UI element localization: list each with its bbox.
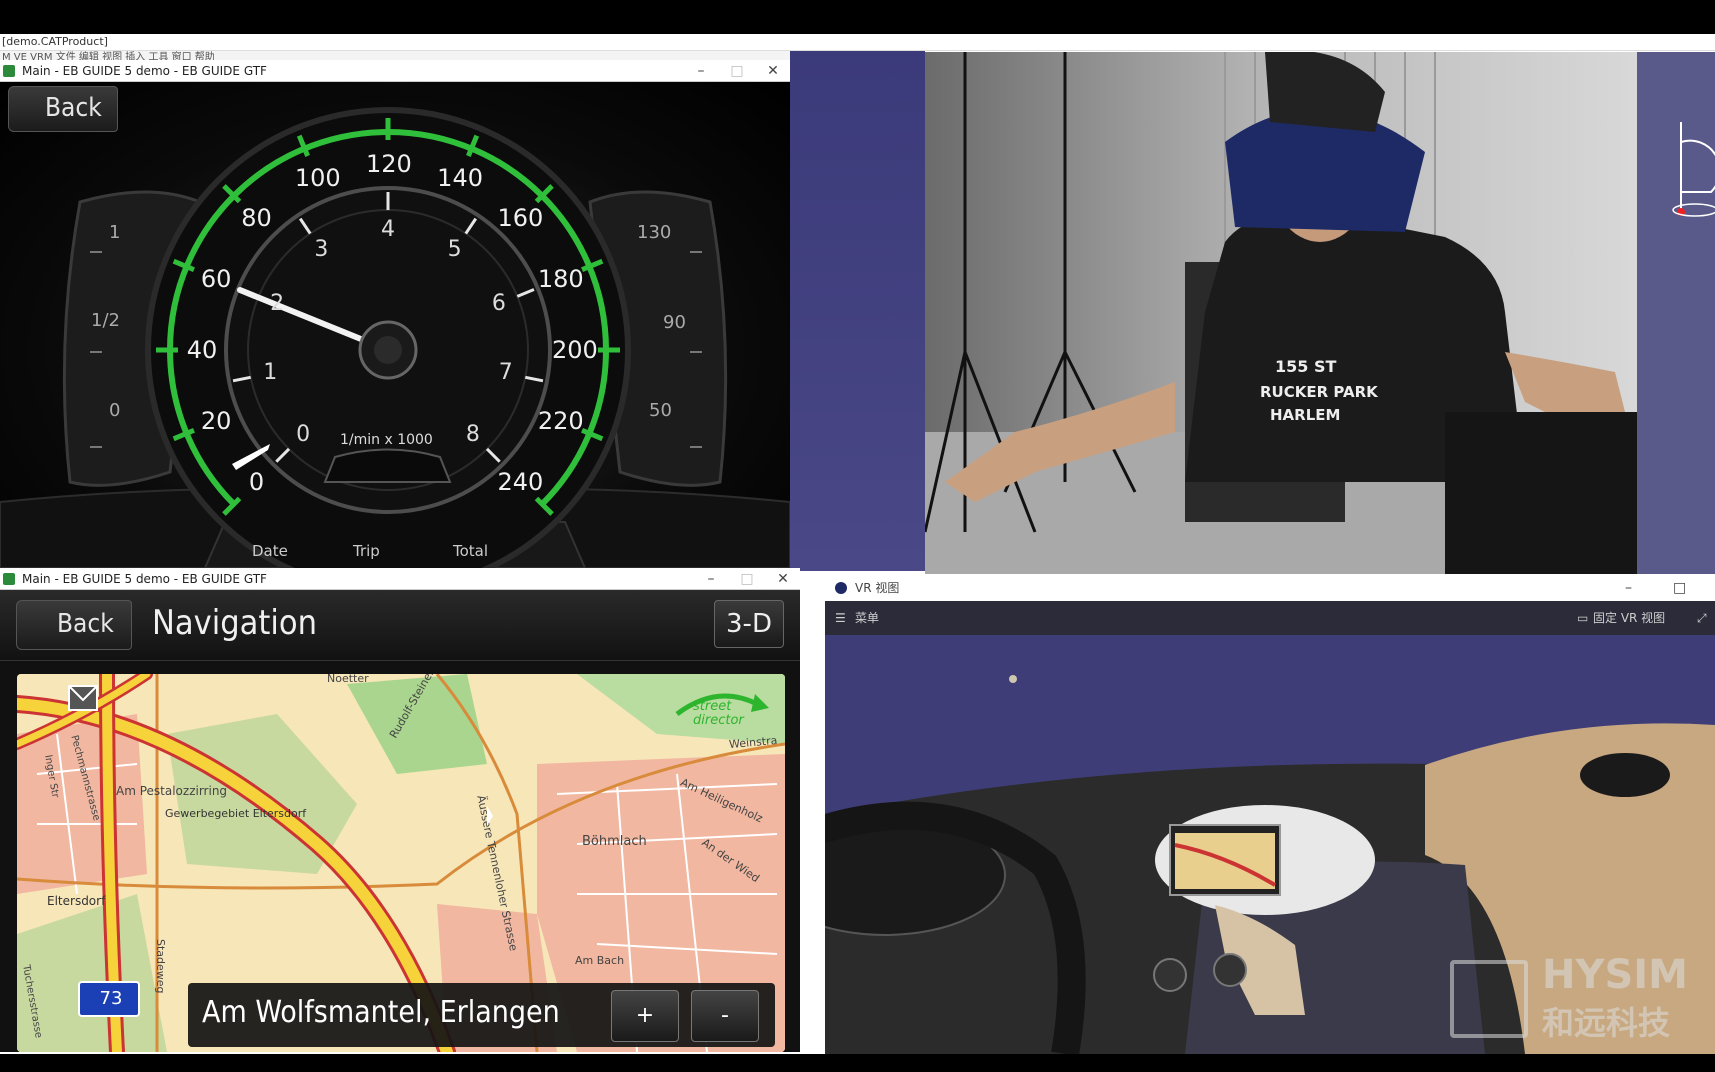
- maximize-icon[interactable]: □: [726, 60, 748, 82]
- speed-tick-label: 80: [241, 204, 272, 233]
- speed-tick-label: 120: [366, 150, 412, 178]
- hysim-logo-icon: [1450, 960, 1528, 1038]
- svg-text:HARLEM: HARLEM: [1270, 406, 1340, 424]
- speed-tick-label: 40: [186, 336, 218, 364]
- speed-tick-label: 0: [248, 467, 265, 496]
- speed-tick-label: 220: [537, 407, 584, 436]
- map-label: Gewerbegebiet Eltersdorf: [165, 807, 307, 820]
- route-number: 73: [99, 988, 123, 1009]
- speedometer-window-titlebar[interactable]: Main - EB GUIDE 5 demo - EB GUIDE GTF – …: [0, 60, 790, 82]
- map-label: Stadeweg: [154, 939, 167, 994]
- fixed-view-icon: ▭: [1577, 611, 1589, 625]
- rpm-tick-label: 8: [465, 421, 480, 447]
- camera-image: 155 ST RUCKER PARK HARLEM: [925, 52, 1637, 574]
- back-button-label: Back: [45, 93, 102, 123]
- watermark: HYSIM 和远科技: [1450, 950, 1715, 1042]
- vr-app-icon: [835, 582, 847, 594]
- rpm-tick-label: 3: [314, 237, 329, 263]
- tab-date[interactable]: Date: [252, 542, 288, 560]
- mouse-cursor-icon: [487, 806, 493, 826]
- zoom-in-button[interactable]: +: [611, 990, 679, 1042]
- window-title: Main - EB GUIDE 5 demo - EB GUIDE GTF: [22, 64, 267, 78]
- app-icon: [3, 573, 15, 585]
- back-button-label: Back: [57, 609, 114, 639]
- brand-logo: street director: [693, 699, 744, 728]
- fuel-tick-label: 0: [109, 400, 121, 421]
- maximize-icon[interactable]: □: [1673, 575, 1686, 601]
- compass-icon: [1672, 122, 1715, 217]
- speed-tick-label: 160: [497, 204, 544, 233]
- fuel-tick-label: 1: [109, 222, 121, 243]
- close-icon[interactable]: ✕: [772, 568, 794, 590]
- zoom-out-button[interactable]: -: [691, 990, 759, 1042]
- background-window-title: [demo.CATProduct]: [0, 34, 1715, 51]
- speed-tick-label: 140: [437, 164, 483, 193]
- map-label: Noetter: [327, 674, 369, 685]
- window-title: VR 视图: [855, 581, 900, 595]
- page-title: Navigation: [152, 603, 317, 643]
- rpm-tick-label: 4: [381, 217, 395, 242]
- map-label: Böhmlach: [582, 834, 647, 849]
- map-label: Eltersdorf: [47, 894, 106, 908]
- background-3d-viewport: [790, 51, 925, 571]
- svg-text:155 ST: 155 ST: [1275, 357, 1336, 376]
- vr-menu-button[interactable]: 菜单: [855, 601, 879, 635]
- nav-back-button[interactable]: Back: [16, 600, 132, 650]
- temp-tick-label: 50: [649, 400, 672, 421]
- view-mode-3d-button[interactable]: 3-D: [714, 600, 784, 648]
- rpm-unit-label: 1/min x 1000: [340, 432, 433, 448]
- window-title: Main - EB GUIDE 5 demo - EB GUIDE GTF: [22, 572, 267, 586]
- rpm-tick-label: 5: [447, 237, 462, 263]
- svg-text:RUCKER PARK: RUCKER PARK: [1260, 383, 1379, 401]
- watermark-name-en: HYSIM: [1542, 952, 1688, 998]
- temp-tick-label: 130: [637, 222, 672, 243]
- camera-feed: 155 ST RUCKER PARK HARLEM: [925, 52, 1637, 574]
- back-button[interactable]: Back: [8, 86, 118, 132]
- minimize-icon[interactable]: –: [700, 568, 722, 590]
- watermark-name-cn: 和远科技: [1542, 1004, 1671, 1042]
- speed-tick-label: 20: [200, 407, 232, 436]
- speed-tick-label: 240: [497, 467, 544, 496]
- current-address: Am Wolfsmantel, Erlangen: [202, 995, 560, 1030]
- tab-total[interactable]: Total: [453, 542, 488, 560]
- app-icon: [3, 65, 15, 77]
- speed-tick-label: 60: [200, 264, 232, 293]
- rpm-tick-label: 0: [296, 421, 311, 447]
- map-label: Am Bach: [575, 954, 625, 967]
- speed-tick-label: 180: [537, 264, 584, 293]
- maximize-icon[interactable]: □: [736, 568, 758, 590]
- bottom-bar: [0, 1054, 1715, 1072]
- speed-tick-label: 100: [294, 164, 341, 193]
- rpm-tick-label: 1: [263, 360, 278, 386]
- rpm-tick-label: 2: [270, 291, 285, 317]
- minimize-icon[interactable]: –: [1625, 575, 1632, 601]
- menu-icon[interactable]: ☰: [835, 601, 846, 635]
- vr-toolbar: ☰ 菜单 ▭ 固定 VR 视图 ⤢: [825, 601, 1715, 635]
- map-label: Am Pestalozzirring: [116, 784, 228, 798]
- fixed-vr-view-button[interactable]: 固定 VR 视图: [1593, 601, 1665, 635]
- fuel-tick-label: 1/2: [91, 310, 120, 331]
- navigation-window-titlebar[interactable]: Main - EB GUIDE 5 demo - EB GUIDE GTF – …: [0, 568, 800, 590]
- speed-tick-label: 200: [552, 336, 598, 364]
- tab-trip[interactable]: Trip: [353, 542, 380, 560]
- background-viewport-edge: [1637, 52, 1715, 574]
- minimize-icon[interactable]: –: [690, 60, 712, 82]
- rpm-tick-label: 7: [498, 360, 513, 386]
- fullscreen-icon[interactable]: ⤢: [1697, 601, 1707, 635]
- close-icon[interactable]: ✕: [762, 60, 784, 82]
- rpm-tick-label: 6: [491, 291, 506, 317]
- vr-window-titlebar[interactable]: VR 视图 – □: [825, 575, 1715, 601]
- speedometer-cluster: Back 1/min x 1000 1 1/2 0 130 90 50 Date…: [0, 82, 790, 568]
- temp-tick-label: 90: [663, 312, 686, 333]
